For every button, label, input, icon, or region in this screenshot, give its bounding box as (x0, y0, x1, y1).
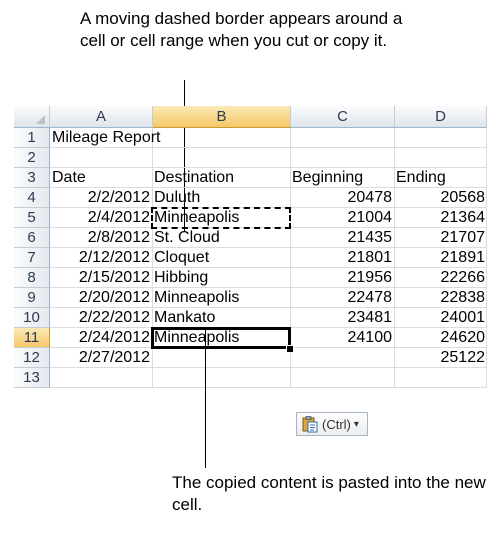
cell-c10[interactable]: 23481 (290, 308, 394, 328)
cell-a5[interactable]: 2/4/2012 (50, 208, 152, 228)
cell-a10[interactable]: 2/22/2012 (50, 308, 152, 328)
cell-b7[interactable]: Cloquet (152, 248, 290, 268)
cell-b4[interactable]: Duluth (152, 188, 290, 208)
cell-d10[interactable]: 24001 (394, 308, 487, 328)
row-header-11[interactable]: 11 (14, 328, 50, 348)
column-header-a[interactable]: A (50, 106, 153, 128)
cell-a3[interactable]: Date (50, 168, 152, 188)
row-header-8[interactable]: 8 (14, 268, 50, 288)
cell-d8[interactable]: 22266 (394, 268, 487, 288)
cell-c4[interactable]: 20478 (290, 188, 394, 208)
column-header-c[interactable]: C (291, 106, 395, 128)
cell-c3[interactable]: Beginning (290, 168, 394, 188)
cell-a6[interactable]: 2/8/2012 (50, 228, 152, 248)
cell-b9[interactable]: Minneapolis (152, 288, 290, 308)
callout-paste-result: The copied content is pasted into the ne… (172, 473, 486, 514)
row-header-10[interactable]: 10 (14, 308, 50, 328)
row-header-4[interactable]: 4 (14, 188, 50, 208)
column-header-b[interactable]: B (153, 106, 291, 128)
row-header-13[interactable]: 13 (14, 368, 50, 388)
cell-d4[interactable]: 20568 (394, 188, 487, 208)
cell-a7[interactable]: 2/12/2012 (50, 248, 152, 268)
cell-b6[interactable]: St. Cloud (152, 228, 290, 248)
fill-handle[interactable] (286, 345, 294, 353)
cell-d5[interactable]: 21364 (394, 208, 487, 228)
cell-b3[interactable]: Destination (152, 168, 290, 188)
cell-b8[interactable]: Hibbing (152, 268, 290, 288)
cell-a8[interactable]: 2/15/2012 (50, 268, 152, 288)
cell-c9[interactable]: 22478 (290, 288, 394, 308)
cell-a11[interactable]: 2/24/2012 (50, 328, 152, 348)
cell-d7[interactable]: 21891 (394, 248, 487, 268)
cell-a4[interactable]: 2/2/2012 (50, 188, 152, 208)
cell-c7[interactable]: 21801 (290, 248, 394, 268)
row-header-6[interactable]: 6 (14, 228, 50, 248)
cell-a12[interactable]: 2/27/2012 (50, 348, 152, 368)
select-all-corner[interactable] (14, 106, 50, 128)
row-header-1[interactable]: 1 (14, 128, 50, 148)
callout-pointer-bottom (205, 328, 206, 468)
row-header-12[interactable]: 12 (14, 348, 50, 368)
row-header-5[interactable]: 5 (14, 208, 50, 228)
paste-options-button[interactable]: (Ctrl) ▾ (296, 412, 368, 436)
chevron-down-icon: ▾ (353, 418, 359, 430)
cell-grid: Mileage Report Date Destination Beginnin… (50, 128, 487, 388)
cell-d11[interactable]: 24620 (394, 328, 487, 348)
cell-d6[interactable]: 21707 (394, 228, 487, 248)
spreadsheet: A B C D 1 2 3 4 5 6 7 8 9 10 11 12 13 Mi… (14, 106, 487, 396)
clipboard-icon (302, 416, 318, 433)
column-header-d[interactable]: D (395, 106, 487, 128)
cell-c6[interactable]: 21435 (290, 228, 394, 248)
cell-d3[interactable]: Ending (394, 168, 487, 188)
cell-a1[interactable]: Mileage Report (50, 128, 350, 148)
cell-d12[interactable]: 25122 (394, 348, 487, 368)
active-cell-border[interactable] (151, 327, 291, 349)
row-header-2[interactable]: 2 (14, 148, 50, 168)
row-header-7[interactable]: 7 (14, 248, 50, 268)
paste-options-label: (Ctrl) (322, 416, 351, 432)
row-header-3[interactable]: 3 (14, 168, 50, 188)
cell-a9[interactable]: 2/20/2012 (50, 288, 152, 308)
cell-c5[interactable]: 21004 (290, 208, 394, 228)
cell-d9[interactable]: 22838 (394, 288, 487, 308)
copy-marquee-border (151, 207, 291, 229)
cell-c8[interactable]: 21956 (290, 268, 394, 288)
cell-c11[interactable]: 24100 (290, 328, 394, 348)
callout-copy-border: A moving dashed border appears around a … (80, 9, 403, 50)
cell-b10[interactable]: Mankato (152, 308, 290, 328)
row-header-9[interactable]: 9 (14, 288, 50, 308)
